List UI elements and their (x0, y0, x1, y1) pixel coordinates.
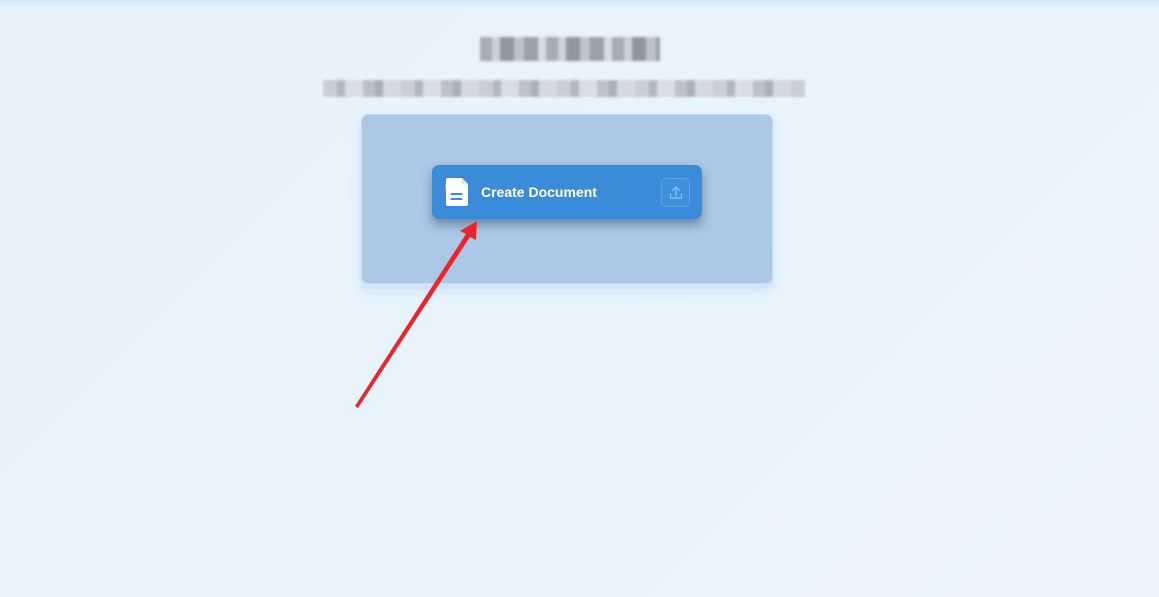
upload-button[interactable] (661, 178, 690, 207)
top-strip (0, 0, 1159, 6)
page-title-redacted (480, 37, 660, 61)
create-document-label: Create Document (481, 184, 597, 200)
create-document-button[interactable]: Create Document (432, 165, 702, 219)
upload-icon (669, 186, 683, 199)
page-subtitle-redacted (323, 80, 805, 97)
document-icon (442, 176, 472, 208)
